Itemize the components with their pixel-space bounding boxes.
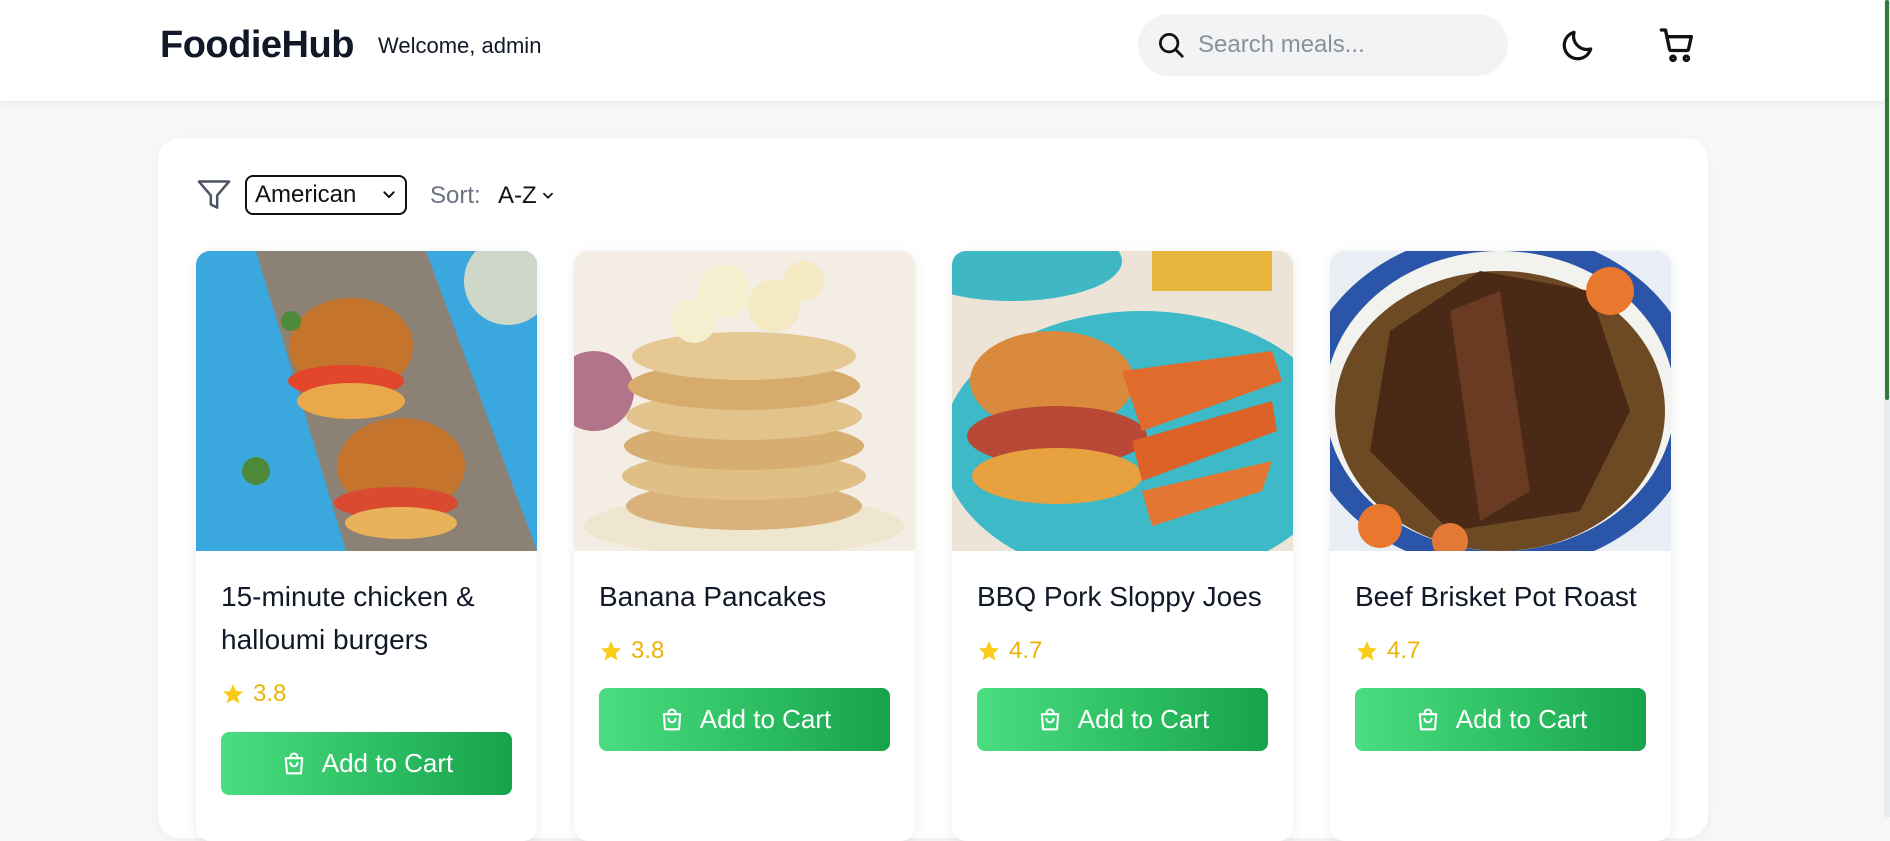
add-to-cart-label: Add to Cart — [1455, 704, 1588, 734]
sort-select[interactable]: A-Z — [498, 180, 555, 212]
top-header: FoodieHub Welcome, admin — [0, 0, 1890, 101]
shopping-bag-icon — [1418, 707, 1437, 730]
cart-button[interactable] — [1654, 21, 1702, 69]
meal-card[interactable]: 15-minute chicken & halloumi burgers 3.8… — [196, 251, 537, 841]
brand-logo[interactable]: FoodieHub — [160, 24, 354, 67]
cuisine-filter-select[interactable]: American — [245, 175, 407, 215]
add-to-cart-button[interactable]: Add to Cart — [599, 688, 890, 751]
add-to-cart-label: Add to Cart — [1077, 704, 1210, 734]
rating-value: 3.8 — [631, 637, 665, 664]
meal-card[interactable]: Banana Pancakes 3.8 Add to Cart — [574, 251, 915, 841]
star-icon — [223, 684, 243, 704]
meal-image[interactable] — [952, 251, 1293, 551]
sort-label: Sort: — [430, 182, 481, 209]
meal-image[interactable] — [574, 251, 915, 551]
add-to-cart-label: Add to Cart — [699, 704, 832, 734]
search-input[interactable] — [1198, 24, 1488, 66]
add-to-cart-button[interactable]: Add to Cart — [1355, 688, 1646, 751]
meal-rating: 4.7 — [1355, 637, 1420, 665]
rating-value: 3.8 — [253, 680, 287, 707]
star-icon — [979, 641, 999, 661]
meal-image[interactable] — [1330, 251, 1671, 551]
meal-rating: 3.8 — [221, 680, 286, 708]
moon-icon — [1562, 30, 1593, 61]
add-to-cart-button[interactable]: Add to Cart — [221, 732, 512, 795]
meal-card[interactable]: BBQ Pork Sloppy Joes 4.7 Add to Cart — [952, 251, 1293, 841]
star-icon — [1357, 641, 1377, 661]
star-icon — [601, 641, 621, 661]
search-bar[interactable] — [1138, 14, 1508, 76]
chevron-down-icon — [542, 192, 553, 199]
meal-rating: 4.7 — [977, 637, 1042, 665]
add-to-cart-label: Add to Cart — [321, 748, 454, 778]
meal-image[interactable] — [196, 251, 537, 551]
rating-value: 4.7 — [1009, 637, 1043, 664]
meal-name[interactable]: Beef Brisket Pot Roast — [1355, 575, 1655, 618]
cart-icon — [1659, 28, 1693, 63]
theme-toggle-button[interactable] — [1554, 21, 1602, 69]
shopping-bag-icon — [662, 707, 681, 730]
welcome-text: Welcome, admin — [378, 33, 542, 58]
search-icon — [1159, 33, 1184, 58]
chevron-down-icon — [383, 191, 395, 198]
scrollbar-thumb[interactable] — [1885, 0, 1889, 400]
meal-card[interactable]: Beef Brisket Pot Roast 4.7 Add to Cart — [1330, 251, 1671, 841]
filter-icon — [197, 180, 231, 209]
shopping-bag-icon — [284, 751, 303, 774]
meal-name[interactable]: BBQ Pork Sloppy Joes — [977, 575, 1277, 618]
cuisine-selected-value: American — [255, 181, 357, 208]
meal-name[interactable]: 15-minute chicken & halloumi burgers — [221, 575, 521, 661]
meal-name[interactable]: Banana Pancakes — [599, 575, 899, 618]
sort-selected-value: A-Z — [498, 182, 537, 209]
shopping-bag-icon — [1040, 707, 1059, 730]
rating-value: 4.7 — [1387, 637, 1421, 664]
meal-rating: 3.8 — [599, 637, 664, 665]
add-to-cart-button[interactable]: Add to Cart — [977, 688, 1268, 751]
